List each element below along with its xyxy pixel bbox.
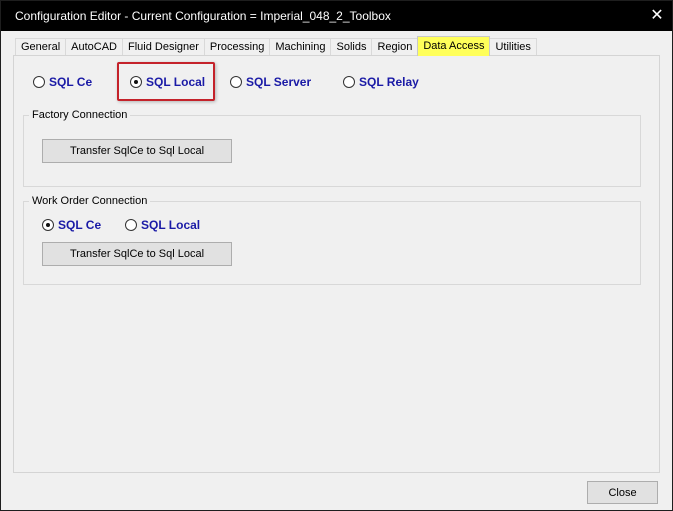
- title-bar: Configuration Editor - Current Configura…: [1, 1, 672, 31]
- factory-transfer-button[interactable]: Transfer SqlCe to Sql Local: [42, 139, 232, 163]
- tab-general[interactable]: General: [15, 38, 67, 56]
- radio-circle: [343, 76, 355, 88]
- tab-autocad[interactable]: AutoCAD: [65, 38, 123, 56]
- tab-strip: General AutoCAD Fluid Designer Processin…: [15, 36, 537, 56]
- tab-processing[interactable]: Processing: [203, 38, 271, 56]
- tab-machining[interactable]: Machining: [269, 38, 332, 56]
- radio-sql-local[interactable]: SQL Local: [130, 75, 205, 89]
- radio-label: SQL Ce: [49, 75, 93, 89]
- work-order-radio-sql-local[interactable]: SQL Local: [125, 218, 200, 232]
- radio-label: SQL Server: [246, 75, 312, 89]
- radio-label: SQL Relay: [359, 75, 419, 89]
- radio-circle: [33, 76, 45, 88]
- work-order-connection-title: Work Order Connection: [29, 195, 151, 207]
- radio-sql-ce[interactable]: SQL Ce: [33, 75, 92, 89]
- radio-label: SQL Local: [146, 75, 206, 89]
- radio-label: SQL Ce: [58, 218, 102, 232]
- configuration-editor-window: Configuration Editor - Current Configura…: [0, 0, 673, 511]
- window-title: Configuration Editor - Current Configura…: [15, 9, 391, 23]
- factory-connection-title: Factory Connection: [29, 109, 131, 121]
- close-icon[interactable]: ✕: [642, 1, 672, 31]
- close-button[interactable]: Close: [587, 481, 658, 504]
- tab-utilities[interactable]: Utilities: [489, 38, 537, 56]
- radio-label: SQL Local: [141, 218, 201, 232]
- radio-circle: [230, 76, 242, 88]
- tab-data-access[interactable]: Data Access: [417, 36, 491, 56]
- radio-circle-checked: [42, 219, 54, 231]
- radio-circle-checked: [130, 76, 142, 88]
- tab-fluid-designer[interactable]: Fluid Designer: [122, 38, 205, 56]
- tab-region[interactable]: Region: [371, 38, 419, 56]
- radio-sql-server[interactable]: SQL Server: [230, 75, 311, 89]
- tab-solids[interactable]: Solids: [330, 38, 373, 56]
- radio-sql-relay[interactable]: SQL Relay: [343, 75, 419, 89]
- radio-circle: [125, 219, 137, 231]
- work-order-transfer-button[interactable]: Transfer SqlCe to Sql Local: [42, 242, 232, 266]
- work-order-radio-sql-ce[interactable]: SQL Ce: [42, 218, 101, 232]
